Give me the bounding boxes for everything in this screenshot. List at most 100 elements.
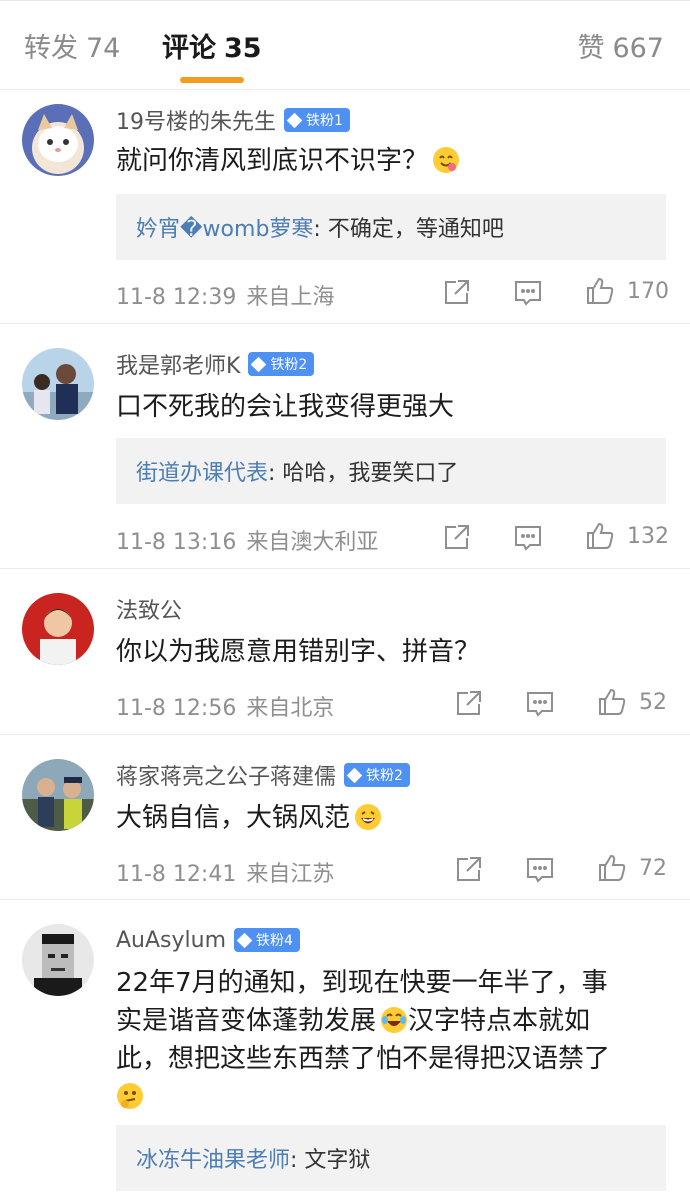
- diamond-icon: [251, 356, 267, 372]
- comment-text: 你以为我愿意用错别字、拼音？: [116, 637, 481, 667]
- smile-icon: [432, 146, 460, 174]
- comment-text-line: 实是谐音变体蓬勃发展 汉字特点本就如: [116, 1002, 666, 1040]
- comment-meta: 11-8 13:16 来自澳大利亚: [116, 524, 378, 556]
- like-count: 72: [639, 856, 667, 881]
- comment-text-content: 大锅自信，大锅风范: [116, 803, 351, 833]
- share-icon[interactable]: [452, 854, 484, 886]
- thumbs-up-icon[interactable]: [584, 520, 616, 552]
- username-row: 19号楼的朱先生 铁粉1: [116, 104, 350, 136]
- comment-location: 来自江苏: [246, 862, 335, 887]
- username-row: 法致公: [116, 593, 182, 625]
- reply-text: : 不确定，等通知吧: [313, 217, 504, 242]
- diamond-icon: [346, 767, 363, 783]
- fan-badge-label: 铁粉2: [366, 768, 403, 784]
- reply-author[interactable]: 街道办课代表: [136, 455, 268, 487]
- username[interactable]: 法致公: [116, 593, 182, 625]
- username-row: 我是郭老师K 铁粉2: [116, 348, 315, 380]
- comment-item: 蒋家蒋亮之公子蒋建儒 铁粉2 大锅自信，大锅风范 11-8 12:41 来自江苏 …: [0, 735, 690, 900]
- comment-icon[interactable]: [512, 277, 544, 309]
- avatar[interactable]: [22, 924, 94, 996]
- fan-badge: 铁粉2: [344, 763, 410, 787]
- comment-meta: 11-8 12:56 来自北京: [116, 690, 334, 722]
- avatar[interactable]: [22, 759, 94, 831]
- laugh-icon: [354, 803, 382, 831]
- comment-text-segment: 实是谐音变体蓬勃发展: [116, 1006, 377, 1036]
- like-count: 170: [627, 279, 669, 304]
- share-icon[interactable]: [440, 277, 472, 309]
- reply-box[interactable]: 妗宵�womb萝寒: 不确定，等通知吧: [116, 194, 666, 260]
- comment-icon[interactable]: [524, 688, 556, 720]
- reply-box[interactable]: 冰冻牛油果老师: 文字狱: [116, 1125, 666, 1191]
- tab-forward-count: 74: [86, 33, 121, 64]
- avatar[interactable]: [22, 593, 94, 665]
- tab-like-label: 赞: [577, 33, 605, 64]
- reply-text: : 哈哈，我要笑口了: [268, 461, 459, 486]
- person-avatar-icon: [22, 348, 94, 420]
- fan-badge-label: 铁粉2: [270, 357, 308, 373]
- tab-like[interactable]: 赞 667: [577, 32, 664, 66]
- comment-date: 11-8 12:39: [116, 285, 237, 310]
- fan-badge: 铁粉1: [284, 108, 350, 132]
- comment-icon[interactable]: [512, 522, 544, 554]
- tab-forward-label: 转发: [24, 33, 78, 64]
- share-icon[interactable]: [452, 688, 484, 720]
- cat-avatar-icon: [22, 104, 94, 176]
- comment-text: 大锅自信，大锅风范: [116, 799, 666, 837]
- username-row: 蒋家蒋亮之公子蒋建儒 铁粉2: [116, 759, 410, 791]
- comment-item: 19号楼的朱先生 铁粉1 就问你清风到底识不识字？ 妗宵�womb萝寒: 不确定…: [0, 90, 690, 324]
- comment-location: 来自北京: [246, 696, 335, 721]
- active-tab-indicator: [180, 77, 244, 83]
- fan-badge: 铁粉2: [248, 352, 315, 376]
- fan-badge: 铁粉4: [234, 928, 300, 952]
- username[interactable]: 蒋家蒋亮之公子蒋建儒: [116, 759, 336, 791]
- username[interactable]: 我是郭老师K: [116, 348, 240, 380]
- like-count: 52: [639, 690, 667, 715]
- tab-comment-label: 评论: [162, 33, 216, 64]
- comment-icon[interactable]: [524, 854, 556, 886]
- reply-box[interactable]: 街道办课代表: 哈哈，我要笑口了: [116, 438, 666, 504]
- comment-text: 口不死我的会让我变得更强大: [116, 392, 455, 422]
- comment-item: AuAsylum 铁粉4 22年7月的通知，到现在快要一年半了，事 实是谐音变体…: [0, 900, 690, 1200]
- comment-text: 22年7月的通知，到现在快要一年半了，事 实是谐音变体蓬勃发展 汉字特点本就如 此…: [116, 964, 666, 1116]
- thumbs-up-icon[interactable]: [596, 852, 628, 884]
- thumbs-up-icon[interactable]: [596, 686, 628, 718]
- tab-forward[interactable]: 转发 74: [24, 32, 120, 66]
- reply-author[interactable]: 冰冻牛油果老师: [136, 1142, 290, 1174]
- thinking-icon: [116, 1082, 144, 1110]
- frankenstein-avatar-icon: [22, 924, 94, 996]
- tab-bar: 转发 74 评论 35 赞 667: [0, 0, 690, 90]
- comment-text-segment: 汉字特点本就如: [408, 1006, 591, 1036]
- comment-meta: 11-8 12:39 来自上海: [116, 279, 334, 311]
- username[interactable]: 19号楼的朱先生: [116, 104, 276, 136]
- comment-item: 我是郭老师K 铁粉2 口不死我的会让我变得更强大 街道办课代表: 哈哈，我要笑口…: [0, 324, 690, 569]
- person-avatar-icon: [22, 759, 94, 831]
- laugh-cry-icon: [380, 1006, 408, 1034]
- comment-text-line: [116, 1078, 666, 1116]
- person-avatar-icon: [22, 593, 94, 665]
- reply-author[interactable]: 妗宵�womb萝寒: [136, 211, 313, 243]
- diamond-icon: [286, 112, 303, 128]
- comment-text-line: 此，想把这些东西禁了怕不是得把汉语禁了: [116, 1044, 611, 1074]
- avatar[interactable]: [22, 104, 94, 176]
- comment-item: 法致公 你以为我愿意用错别字、拼音？ 11-8 12:56 来自北京 52: [0, 569, 690, 735]
- comment-meta: 11-8 12:41 来自江苏: [116, 856, 334, 888]
- like-count: 132: [627, 524, 669, 549]
- comment-date: 11-8 12:41: [116, 862, 237, 887]
- comment-location: 来自上海: [246, 285, 335, 310]
- username-row: AuAsylum 铁粉4: [116, 924, 300, 956]
- fan-badge-label: 铁粉1: [306, 113, 343, 129]
- username[interactable]: AuAsylum: [116, 928, 226, 953]
- share-icon[interactable]: [440, 522, 472, 554]
- thumbs-up-icon[interactable]: [584, 275, 616, 307]
- avatar[interactable]: [22, 348, 94, 420]
- reply-text: : 文字狱: [290, 1148, 371, 1173]
- tab-comment[interactable]: 评论 35: [162, 32, 262, 66]
- comment-text-line: 22年7月的通知，到现在快要一年半了，事: [116, 968, 608, 998]
- comment-date: 11-8 12:56: [116, 696, 237, 721]
- tab-like-count: 667: [612, 33, 664, 64]
- fan-badge-label: 铁粉4: [256, 933, 293, 949]
- comment-text-content: 就问你清风到底识不识字？: [116, 146, 429, 176]
- diamond-icon: [236, 932, 253, 948]
- comment-location: 来自澳大利亚: [246, 530, 379, 555]
- comment-date: 11-8 13:16: [116, 530, 237, 555]
